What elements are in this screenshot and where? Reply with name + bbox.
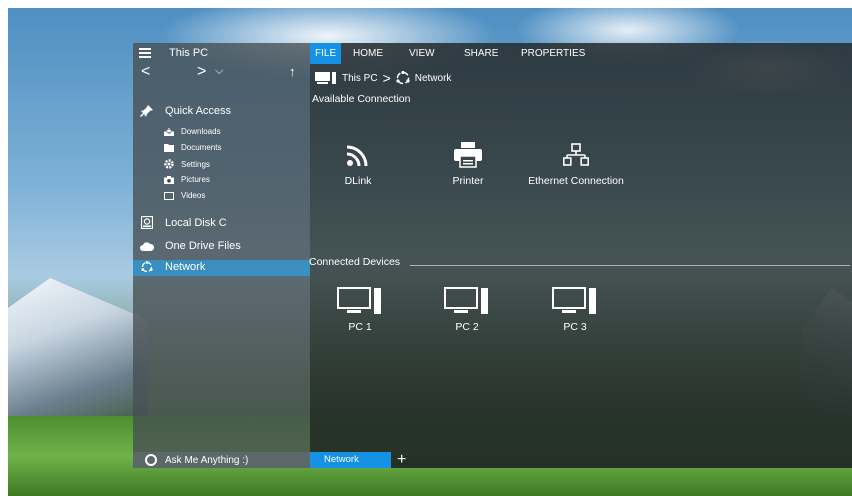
window-title: This PC [169,47,209,59]
tab-network[interactable]: Network [310,452,391,468]
mountain-left [8,278,148,428]
folder-icon [163,143,175,152]
device-tile-pc3[interactable]: PC 3 [520,281,630,333]
breadcrumb-separator: > [382,70,391,86]
sidebar-item-network[interactable]: Network [139,261,205,273]
available-connection-title: Available Connection [312,93,411,105]
add-tab-button[interactable]: + [397,452,406,468]
explorer-window: This PC < > ⌵ ↑ Quick Access Downloads D… [133,43,852,468]
breadcrumb-current[interactable]: Network [415,73,452,84]
download-icon [163,127,175,136]
sidebar-item-label: Network [165,261,206,273]
sidebar-item-label: Videos [181,191,206,200]
sidebar: This PC < > ⌵ ↑ Quick Access Downloads D… [133,43,310,468]
search-bar[interactable]: Ask Me Anything :) [133,452,310,468]
menu-view[interactable]: VIEW [409,43,435,64]
breadcrumb-root[interactable]: This PC [342,73,378,84]
sidebar-item-label: Local Disk C [165,216,227,229]
video-icon [163,191,175,200]
disk-icon [139,216,155,229]
ribbon-menu: FILE HOME VIEW SHARE PROPERTIES [310,43,852,64]
sidebar-item-label: Documents [181,143,222,152]
cortana-circle-icon [145,454,157,466]
back-button[interactable]: < [141,63,150,81]
sidebar-item-settings[interactable]: Settings [163,159,210,169]
sidebar-item-label: Settings [181,159,210,169]
menu-home[interactable]: HOME [353,43,383,64]
history-dropdown-icon[interactable]: ⌵ [215,65,223,78]
sidebar-item-pictures[interactable]: Pictures [163,175,210,184]
sidebar-item-onedrive[interactable]: One Drive Files [139,240,241,252]
connection-tile-dlink[interactable]: DLink [303,135,413,187]
network-icon [139,261,155,273]
connected-devices-title: Connected Devices [309,256,401,268]
tile-label: PC 1 [348,321,372,333]
connection-tile-printer[interactable]: Printer [413,135,523,187]
network-icon [396,71,410,85]
menu-share[interactable]: SHARE [464,43,498,64]
pc-icon [520,281,630,321]
cloud-icon [139,241,155,251]
sidebar-item-label: Downloads [181,127,221,136]
menu-file[interactable]: FILE [310,43,342,64]
sidebar-item-downloads[interactable]: Downloads [163,127,221,136]
tile-label: Printer [452,175,484,187]
sidebar-item-quick-access[interactable]: Quick Access [139,104,231,118]
sidebar-item-videos[interactable]: Videos [163,191,205,200]
tile-label: PC 2 [455,321,479,333]
connection-tile-ethernet[interactable]: Ethernet Connection [521,135,631,187]
device-tile-pc2[interactable]: PC 2 [412,281,522,333]
ethernet-icon [521,135,631,175]
menu-properties[interactable]: PROPERTIES [521,43,585,64]
title-row: This PC [139,47,208,59]
hamburger-menu-icon[interactable] [139,48,151,58]
sidebar-item-label: One Drive Files [165,240,241,252]
pc-icon [305,281,415,321]
search-input[interactable]: Ask Me Anything :) [165,455,248,466]
pin-icon [139,104,155,118]
forward-button[interactable]: > [197,63,206,81]
main-pane: FILE HOME VIEW SHARE PROPERTIES This PC … [309,43,852,468]
device-tile-pc1[interactable]: PC 1 [305,281,415,333]
section-divider [410,265,850,266]
tile-label: DLink [344,175,372,187]
tile-label: Ethernet Connection [528,175,624,187]
sidebar-item-label: Quick Access [165,105,232,117]
tile-label: PC 3 [563,321,587,333]
up-button[interactable]: ↑ [289,64,296,79]
computer-icon [315,72,337,84]
sidebar-item-documents[interactable]: Documents [163,143,221,152]
pc-icon [412,281,522,321]
wifi-icon [303,135,413,175]
camera-icon [163,175,175,184]
tab-bar: Network + [310,452,406,468]
sidebar-item-local-disk[interactable]: Local Disk C [139,216,227,229]
gear-icon [163,159,175,169]
printer-icon [413,135,523,175]
sidebar-item-label: Pictures [181,175,210,184]
breadcrumb: This PC > Network [315,70,451,86]
